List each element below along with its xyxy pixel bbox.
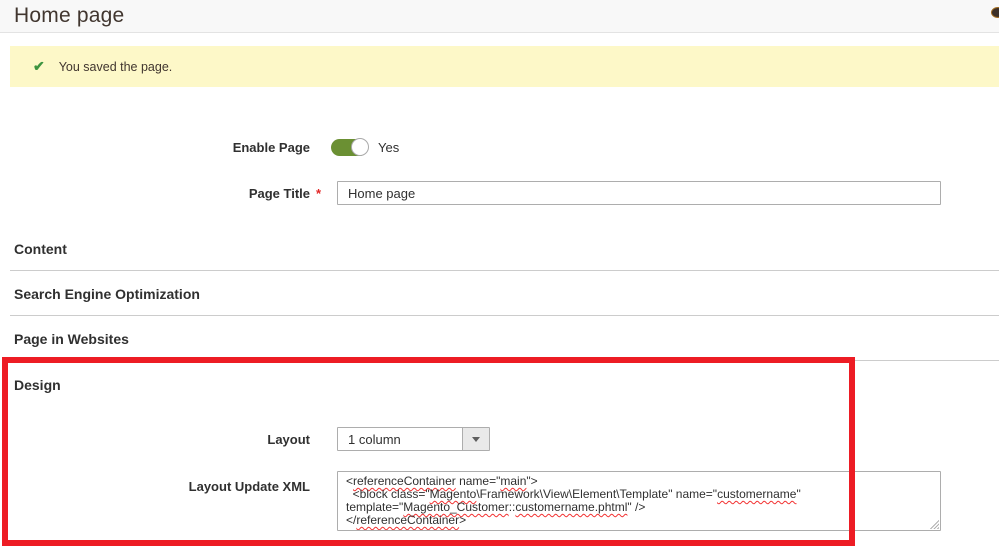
required-asterisk: * bbox=[310, 186, 337, 201]
section-page-in-websites[interactable]: Page in Websites bbox=[10, 331, 999, 361]
chevron-down-icon[interactable] bbox=[462, 428, 489, 450]
layout-update-xml-label: Layout Update XML bbox=[0, 471, 310, 494]
layout-label: Layout bbox=[0, 432, 310, 447]
section-design: Design Layout 1 column Layout Update XML… bbox=[0, 377, 999, 531]
enable-page-row: Enable Page Yes bbox=[0, 139, 999, 156]
toggle-knob bbox=[351, 138, 369, 156]
enable-page-toggle[interactable] bbox=[331, 139, 368, 156]
checkmark-icon: ✔ bbox=[33, 58, 45, 75]
success-message-banner: ✔ You saved the page. bbox=[10, 46, 999, 87]
section-content[interactable]: Content bbox=[10, 241, 999, 271]
layout-update-xml-row: Layout Update XML <referenceContainer na… bbox=[0, 471, 999, 531]
accordion-sections: Content Search Engine Optimization Page … bbox=[0, 241, 999, 361]
layout-row: Layout 1 column bbox=[0, 427, 999, 451]
enable-page-state-label: Yes bbox=[378, 140, 399, 155]
enable-page-label: Enable Page bbox=[0, 140, 310, 155]
page-title: Home page bbox=[14, 4, 124, 28]
resize-handle[interactable] bbox=[929, 519, 939, 529]
layout-select[interactable]: 1 column bbox=[337, 427, 490, 451]
success-message-text: You saved the page. bbox=[59, 60, 173, 74]
truncated-corner-icon[interactable] bbox=[991, 7, 999, 18]
section-design-header[interactable]: Design bbox=[14, 377, 999, 393]
page-header: Home page bbox=[0, 0, 999, 33]
page-title-row: Page Title * bbox=[0, 181, 999, 205]
page-title-label: Page Title bbox=[0, 186, 310, 201]
caret-glyph bbox=[472, 437, 480, 442]
section-seo[interactable]: Search Engine Optimization bbox=[10, 286, 999, 316]
page-title-input[interactable] bbox=[337, 181, 941, 205]
layout-select-value: 1 column bbox=[338, 428, 462, 450]
page-form: Enable Page Yes Page Title * bbox=[0, 139, 999, 205]
layout-update-xml-input[interactable]: <referenceContainer name="main"> <block … bbox=[337, 471, 941, 531]
